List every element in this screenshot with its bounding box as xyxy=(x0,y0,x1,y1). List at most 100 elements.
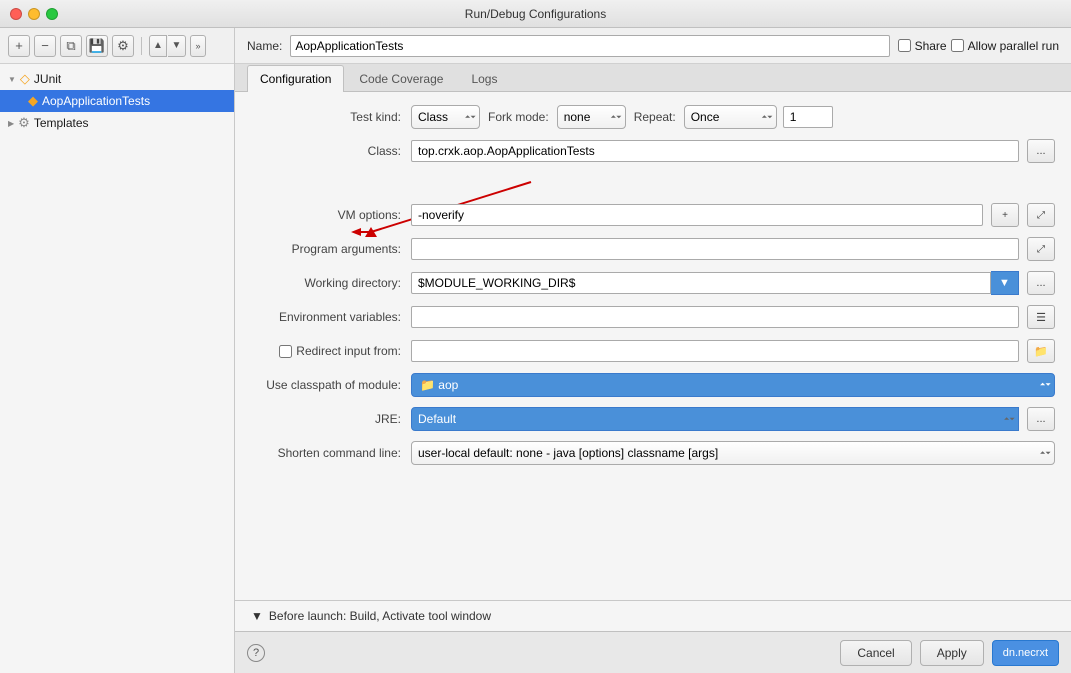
shorten-select[interactable]: user-local default: none - java [options… xyxy=(411,441,1055,465)
aop-config-item[interactable]: ◆ AopApplicationTests xyxy=(0,90,234,112)
config-panel: Test kind: Class Method Pattern Fork mod… xyxy=(235,92,1071,600)
classpath-row: Use classpath of module: 📁 aop aop-main xyxy=(251,372,1055,398)
apply-button[interactable]: Apply xyxy=(920,640,984,666)
copy-button[interactable]: ⧉ xyxy=(60,35,82,57)
test-kind-select[interactable]: Class Method Pattern xyxy=(411,105,480,129)
templates-expand-icon: ▶ xyxy=(8,119,14,128)
templates-item[interactable]: ▶ ⚙ Templates xyxy=(0,112,234,134)
move-up-button[interactable]: ▲ xyxy=(149,35,167,57)
before-launch-section: ▼ Before launch: Build, Activate tool wi… xyxy=(235,600,1071,631)
working-dir-dropdown-button[interactable]: ▼ xyxy=(991,271,1019,295)
minimize-button[interactable] xyxy=(28,8,40,20)
fork-mode-select[interactable]: none method class xyxy=(557,105,626,129)
sidebar-toolbar: + − ⧉ 💾 ⚙ ▲ ▼ » xyxy=(0,28,234,64)
class-browse-button[interactable]: ... xyxy=(1027,139,1055,163)
jre-control: Default Project SDK ... xyxy=(411,407,1055,431)
traffic-lights xyxy=(10,8,58,20)
working-dir-label: Working directory: xyxy=(251,276,411,290)
more-button[interactable]: » xyxy=(190,35,206,57)
working-dir-input-wrap: ▼ xyxy=(411,271,1019,295)
vm-options-control: + ⤢ xyxy=(411,203,1055,227)
config-tree: ▼ ◇ JUnit ◆ AopApplicationTests ▶ ⚙ Temp… xyxy=(0,64,234,673)
toolbar-arrows: ▲ ▼ xyxy=(149,35,186,57)
right-panel: Name: Share Allow parallel run Configura… xyxy=(235,28,1071,673)
save-button[interactable]: 💾 xyxy=(86,35,108,57)
env-vars-control: ☰ xyxy=(411,305,1055,329)
junit-group[interactable]: ▼ ◇ JUnit xyxy=(0,68,234,90)
before-launch-title: Before launch: Build, Activate tool wind… xyxy=(269,609,491,623)
redirect-checkbox[interactable] xyxy=(279,345,292,358)
redirect-control: 📁 xyxy=(411,339,1055,363)
repeat-group: Once N Times Until Failure xyxy=(684,105,833,129)
env-vars-input[interactable] xyxy=(411,306,1019,328)
tab-code-coverage[interactable]: Code Coverage xyxy=(346,65,456,92)
repeat-count-input[interactable] xyxy=(783,106,833,128)
working-dir-input[interactable] xyxy=(411,272,991,294)
repeat-select[interactable]: Once N Times Until Failure xyxy=(684,105,777,129)
redirect-input[interactable] xyxy=(411,340,1019,362)
class-label: Class: xyxy=(251,144,411,158)
window-title: Run/Debug Configurations xyxy=(465,7,606,21)
class-row: Class: ... xyxy=(251,138,1055,164)
title-bar: Run/Debug Configurations xyxy=(0,0,1071,28)
classpath-control: 📁 aop aop-main xyxy=(411,373,1055,397)
repeat-label: Repeat: xyxy=(634,110,676,124)
junit-icon: ◇ xyxy=(20,71,30,87)
jre-select-wrapper: Default Project SDK xyxy=(411,407,1019,431)
maximize-button[interactable] xyxy=(46,8,58,20)
name-input[interactable] xyxy=(290,35,889,57)
redirect-label: Redirect input from: xyxy=(251,344,411,358)
tab-configuration[interactable]: Configuration xyxy=(247,65,344,92)
working-dir-browse-button[interactable]: ... xyxy=(1027,271,1055,295)
vm-expand-button[interactable]: + xyxy=(991,203,1019,227)
before-launch-header[interactable]: ▼ Before launch: Build, Activate tool wi… xyxy=(251,609,1055,623)
name-field-label: Name: xyxy=(247,39,282,53)
jre-row: JRE: Default Project SDK ... xyxy=(251,406,1055,432)
remove-button[interactable]: − xyxy=(34,35,56,57)
parallel-checkbox-wrap: Allow parallel run xyxy=(951,39,1059,53)
name-bar: Name: Share Allow parallel run xyxy=(235,28,1071,64)
fork-mode-label: Fork mode: xyxy=(488,110,549,124)
footer: ? Cancel Apply dn.necrxt xyxy=(235,631,1071,673)
before-launch-expand-icon: ▼ xyxy=(251,609,263,623)
jre-input-wrap: Default Project SDK xyxy=(411,407,1019,431)
parallel-checkbox[interactable] xyxy=(951,39,964,52)
toolbar-separator xyxy=(141,37,142,55)
move-down-button[interactable]: ▼ xyxy=(168,35,186,57)
tab-logs[interactable]: Logs xyxy=(458,65,510,92)
parallel-label: Allow parallel run xyxy=(968,39,1059,53)
help-button[interactable]: ? xyxy=(247,644,265,662)
cancel-button[interactable]: Cancel xyxy=(840,640,911,666)
working-dir-row: Working directory: ▼ ... xyxy=(251,270,1055,296)
fork-mode-select-wrapper: none method class xyxy=(557,105,626,129)
share-label: Share xyxy=(915,39,947,53)
working-dir-control: ▼ ... xyxy=(411,271,1055,295)
test-kind-select-wrapper: Class Method Pattern xyxy=(411,105,480,129)
templates-label: Templates xyxy=(34,116,89,130)
test-kind-label: Test kind: xyxy=(251,110,411,124)
env-vars-edit-button[interactable]: ☰ xyxy=(1027,305,1055,329)
tabs: Configuration Code Coverage Logs xyxy=(235,64,1071,92)
vm-options-input[interactable] xyxy=(411,204,983,226)
add-button[interactable]: + xyxy=(8,35,30,57)
redirect-browse-button[interactable]: 📁 xyxy=(1027,339,1055,363)
jre-label: JRE: xyxy=(251,412,411,426)
close-button[interactable] xyxy=(10,8,22,20)
env-vars-label: Environment variables: xyxy=(251,310,411,324)
share-checkbox[interactable] xyxy=(898,39,911,52)
settings-button[interactable]: ⚙ xyxy=(112,35,134,57)
ok-button[interactable]: dn.necrxt xyxy=(992,640,1059,666)
redirect-row: Redirect input from: 📁 xyxy=(251,338,1055,364)
jre-browse-button[interactable]: ... xyxy=(1027,407,1055,431)
shorten-label: Shorten command line: xyxy=(251,446,411,460)
classpath-select[interactable]: 📁 aop aop-main xyxy=(411,373,1055,397)
shorten-control: user-local default: none - java [options… xyxy=(411,441,1055,465)
env-vars-row: Environment variables: ☰ xyxy=(251,304,1055,330)
config-label: AopApplicationTests xyxy=(42,94,150,108)
junit-label: JUnit xyxy=(34,72,61,86)
repeat-select-wrapper: Once N Times Until Failure xyxy=(684,105,777,129)
shorten-select-wrapper: user-local default: none - java [options… xyxy=(411,441,1055,465)
class-input[interactable] xyxy=(411,140,1019,162)
jre-select[interactable]: Default Project SDK xyxy=(411,407,1019,431)
vm-fullscreen-button[interactable]: ⤢ xyxy=(1027,203,1055,227)
